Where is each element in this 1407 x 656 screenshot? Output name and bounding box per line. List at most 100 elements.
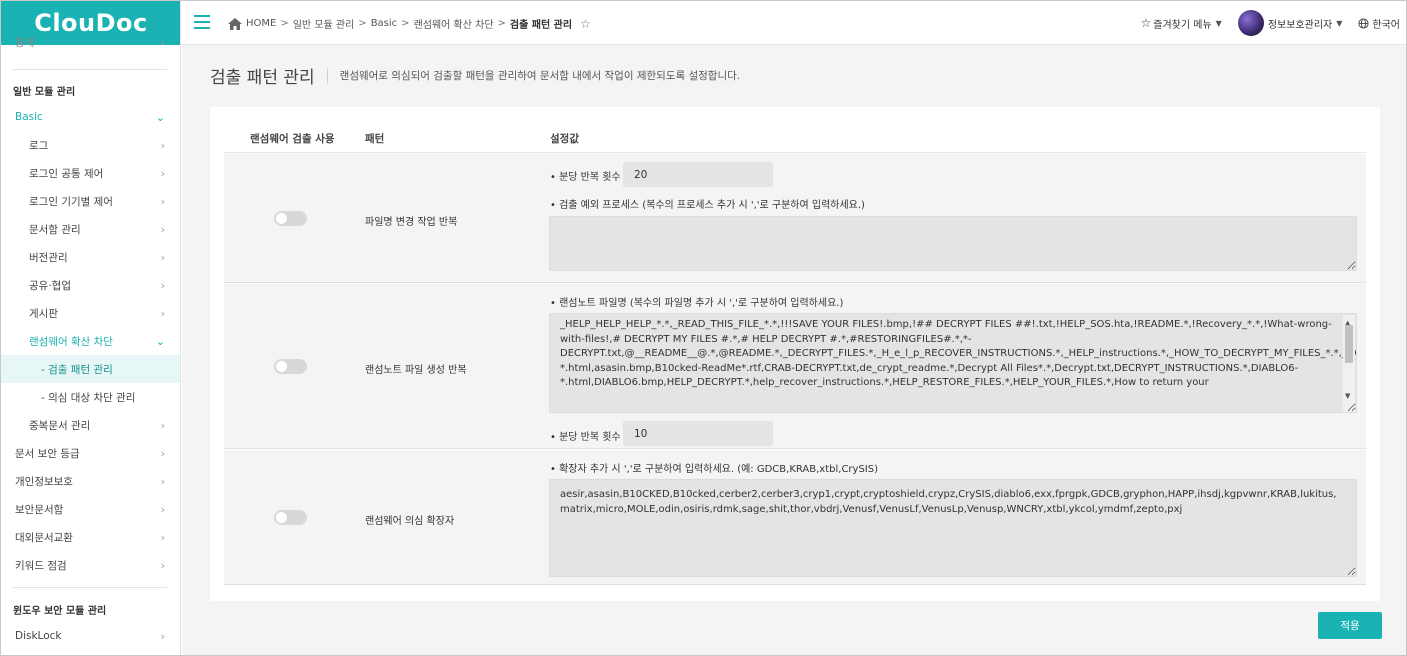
ransomnote-filenames-textarea[interactable]: _HELP_HELP_HELP_*.*,_READ_THIS_FILE_*.*,… [549,313,1357,413]
main-content: 검출 패턴 관리 랜섬웨어로 의심되어 검출할 패턴을 관리하여 문서함 내에서… [182,45,1406,655]
menu-icon[interactable] [194,15,210,29]
pattern-name: 랜섬노트 파일 생성 반복 [365,365,467,376]
apply-button[interactable]: 적용 [1318,612,1382,639]
sidebar-item-privacy[interactable]: 개인정보보호 › [1,467,180,495]
page-title: 검출 패턴 관리 [210,68,315,88]
sidebar-item-label: 통계 [15,36,35,49]
sidebar-item-label: DiskLock [15,630,62,642]
sidebar-item-label: 버전관리 [29,251,68,264]
table-row: 파일명 변경 작업 반복 • 분당 반복 횟수 : • 검출 예외 프로세스 (… [224,154,1366,283]
sidebar-item-keyword-check[interactable]: 키워드 점검 › [1,551,180,579]
logo: ClouDoc [34,9,148,37]
scrollbar-thumb[interactable] [1345,325,1353,363]
chevron-right-icon: › [160,418,165,432]
sidebar-item-external-exchange[interactable]: 대외문서교환 › [1,523,180,551]
breadcrumb-separator: > [358,18,367,29]
sidebar-item-log[interactable]: 로그 › [1,131,180,159]
sidebar-item-label: 공유·협업 [29,279,71,292]
scrollbar[interactable]: ▲ ▼ [1343,315,1355,412]
ransomnote-filenames-text: _HELP_HELP_HELP_*.*,_READ_THIS_FILE_*.*,… [560,319,1357,388]
star-icon: ☆ [1140,16,1152,30]
sidebar-item-label: 대외문서교환 [15,531,73,544]
chevron-right-icon: › [160,306,165,320]
extension-textarea[interactable]: aesir,asasin,B10CKED,B10cked,cerber2,cer… [549,479,1357,577]
sidebar-item-docbox[interactable]: 문서함 관리 › [1,215,180,243]
sidebar-item-doc-security[interactable]: 문서 보안 등급 › [1,439,180,467]
pattern-name: 파일명 변경 작업 반복 [365,217,458,228]
favorites-label: 즐겨찾기 메뉴 [1153,19,1212,31]
count-input-ransomnote[interactable] [623,421,773,446]
breadcrumb-home[interactable]: HOME [246,18,276,29]
ransomnote-filenames-label: • 랜섬노트 파일명 (복수의 파일명 추가 시 ','로 구분하여 입력하세요… [550,298,844,309]
breadcrumb-current: 검출 패턴 관리 [509,20,573,31]
sidebar-item-label: 랜섬웨어 확산 차단 [29,335,113,348]
menu-divider [13,69,167,70]
sidebar-item-label: 게시판 [29,307,58,320]
section-general-modules: 일반 모듈 관리 [13,87,76,98]
sidebar-item-label: 문서함 관리 [29,223,81,236]
sidebar-item-detection-pattern[interactable]: - 검출 패턴 관리 [1,355,180,383]
header-settings: 설정값 [550,133,579,145]
breadcrumb-ransomware[interactable]: 랜섬웨어 확산 차단 [414,16,494,31]
home-icon[interactable] [228,17,242,30]
sidebar-item-label: 개인정보보호 [15,475,73,488]
table-row: 랜섬웨어 의심 확장자 • 확장자 추가 시 ','로 구분하여 입력하세요. … [224,450,1366,585]
sidebar-item-label: 로그인 공통 제어 [29,167,104,180]
sidebar-item-stats[interactable]: 통계 › [1,35,180,49]
header-enabled: 랜섬웨어 검출 사용 [250,133,335,145]
sidebar-item-share[interactable]: 공유·협업 › [1,271,180,299]
chevron-right-icon: › [160,35,165,49]
page-header: 검출 패턴 관리 랜섬웨어로 의심되어 검출할 패턴을 관리하여 문서함 내에서… [210,63,740,88]
sidebar-item-label: Basic [15,111,43,123]
sidebar-item-label: 중복문서 관리 [29,419,91,432]
sidebar-item-version[interactable]: 버전관리 › [1,243,180,271]
sidebar-item-label: - 의심 대상 차단 관리 [41,391,136,404]
sidebar-item-login-common[interactable]: 로그인 공통 제어 › [1,159,180,187]
table-header: 랜섬웨어 검출 사용 패턴 설정값 [224,117,1366,153]
page-description: 랜섬웨어로 의심되어 검출할 패턴을 관리하여 문서함 내에서 작업이 제한되도… [339,70,741,82]
globe-icon [1358,17,1369,29]
sidebar-item-secure-box[interactable]: 보안문서함 › [1,495,180,523]
detection-toggle-ransomnote[interactable] [274,359,307,374]
sidebar-item-label: - 검출 패턴 관리 [41,363,113,376]
chevron-right-icon: › [160,222,165,236]
chevron-down-icon: ⌄ [155,334,165,348]
chevron-right-icon: › [160,629,165,643]
sidebar-item-dup-docs[interactable]: 중복문서 관리 › [1,411,180,439]
sidebar-item-label: 보안문서함 [15,503,64,516]
sidebar-item-login-device[interactable]: 로그인 기기별 제어 › [1,187,180,215]
star-icon[interactable]: ☆ [580,17,591,31]
sidebar-item-label: 문서 보안 등급 [15,447,80,460]
chevron-right-icon: › [160,138,165,152]
exclude-process-textarea[interactable] [549,216,1357,271]
user-menu[interactable]: 정보보호관리자 ▼ [1237,10,1343,36]
table-row: 랜섬노트 파일 생성 반복 • 랜섬노트 파일명 (복수의 파일명 추가 시 '… [224,284,1366,449]
avatar [1237,10,1264,36]
sidebar-item-board[interactable]: 게시판 › [1,299,180,327]
breadcrumb-general[interactable]: 일반 모듈 관리 [293,16,355,31]
header-pattern: 패턴 [365,133,385,145]
sidebar-item-ransomware[interactable]: 랜섬웨어 확산 차단 ⌄ [1,327,180,355]
chevron-right-icon: › [160,502,165,516]
section-windows-modules: 윈도우 보안 모듈 관리 [13,606,107,617]
breadcrumb: HOME > 일반 모듈 관리 > Basic > 랜섬웨어 확산 차단 > 검… [228,16,591,31]
scroll-down-icon[interactable]: ▼ [1345,389,1350,404]
sidebar-item-suspect-block[interactable]: - 의심 대상 차단 관리 [1,383,180,411]
sidebar: ClouDoc 통계 › 일반 모듈 관리 Basic ⌄ 로그 › 로그인 공… [1,1,181,655]
sidebar-item-label: 로그인 기기별 제어 [29,195,113,208]
topbar-right: ☆ 즐겨찾기 메뉴 ▼ 정보보호관리자 ▼ 한국어 [1125,9,1400,37]
sidebar-item-basic[interactable]: Basic ⌄ [1,103,180,131]
favorites-menu[interactable]: ☆ 즐겨찾기 메뉴 ▼ [1141,16,1222,31]
language-menu[interactable]: 한국어 [1358,16,1400,31]
pattern-name: 랜섬웨어 의심 확장자 [365,516,455,527]
detection-toggle-rename[interactable] [274,211,307,226]
breadcrumb-basic[interactable]: Basic [371,18,397,29]
sidebar-item-disklock[interactable]: DiskLock › [1,622,180,650]
language-label: 한국어 [1372,19,1400,31]
caret-down-icon: ▼ [1336,18,1343,28]
detection-toggle-extension[interactable] [274,510,307,525]
chevron-right-icon: › [160,558,165,572]
count-input-rename[interactable] [623,162,773,187]
chevron-right-icon: › [160,166,165,180]
caret-down-icon: ▼ [1215,18,1222,28]
